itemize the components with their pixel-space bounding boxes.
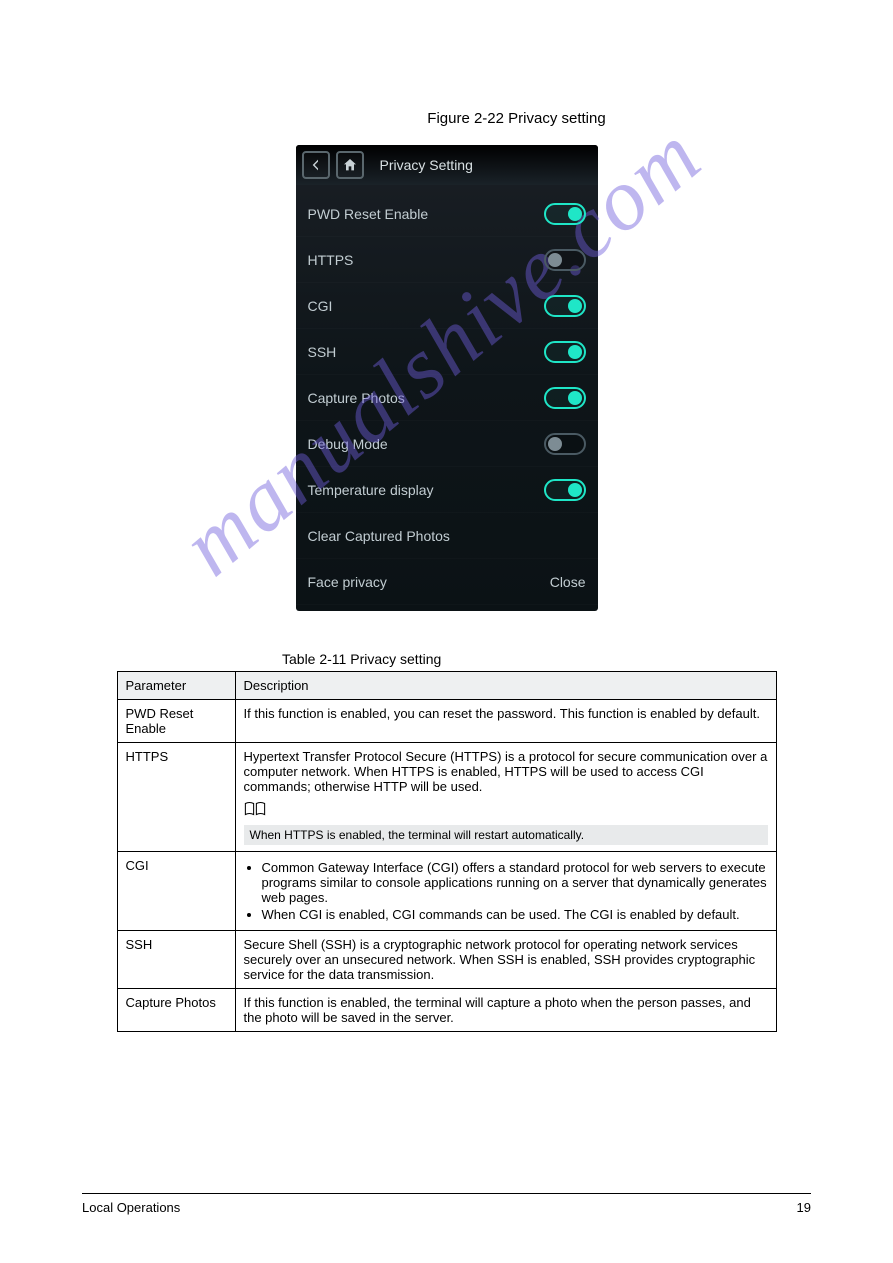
toggle-on-icon[interactable]: [544, 203, 586, 225]
setting-row-https[interactable]: HTTPS: [296, 237, 598, 283]
cell-description: Secure Shell (SSH) is a cryptographic ne…: [235, 931, 776, 989]
footer-section-title: Local Operations: [82, 1200, 180, 1215]
cell-description: If this function is enabled, you can res…: [235, 700, 776, 743]
parameter-table: Parameter Description PWD Reset Enable I…: [117, 671, 777, 1032]
toggle-off-icon[interactable]: [544, 249, 586, 271]
home-icon[interactable]: [336, 151, 364, 179]
column-header-description: Description: [235, 672, 776, 700]
toggle-on-icon[interactable]: [544, 479, 586, 501]
cell-description: Hypertext Transfer Protocol Secure (HTTP…: [235, 743, 776, 852]
column-header-parameter: Parameter: [117, 672, 235, 700]
cell-description: Common Gateway Interface (CGI) offers a …: [235, 852, 776, 931]
setting-row-clear-captured-photos[interactable]: Clear Captured Photos: [296, 513, 598, 559]
cell-parameter: Capture Photos: [117, 989, 235, 1032]
setting-label: Temperature display: [308, 482, 434, 498]
table-row: Capture Photos If this function is enabl…: [117, 989, 776, 1032]
setting-label: PWD Reset Enable: [308, 206, 429, 222]
table-caption: Table 2-11 Privacy setting: [282, 651, 811, 667]
cell-parameter: PWD Reset Enable: [117, 700, 235, 743]
setting-row-pwd-reset[interactable]: PWD Reset Enable: [296, 191, 598, 237]
note-book-icon: [244, 800, 768, 821]
cell-description: If this function is enabled, the termina…: [235, 989, 776, 1032]
page-footer: Local Operations 19: [82, 1193, 811, 1215]
cell-text: Hypertext Transfer Protocol Secure (HTTP…: [244, 749, 768, 794]
device-title: Privacy Setting: [380, 157, 473, 173]
footer-page-number: 19: [797, 1200, 811, 1215]
table-row: SSH Secure Shell (SSH) is a cryptographi…: [117, 931, 776, 989]
list-item: Common Gateway Interface (CGI) offers a …: [262, 860, 768, 905]
table-row: PWD Reset Enable If this function is ena…: [117, 700, 776, 743]
setting-row-ssh[interactable]: SSH: [296, 329, 598, 375]
setting-label: Face privacy: [308, 574, 387, 590]
device-screenshot: Privacy Setting PWD Reset Enable HTTPS C…: [296, 145, 598, 611]
toggle-on-icon[interactable]: [544, 341, 586, 363]
toggle-on-icon[interactable]: [544, 387, 586, 409]
cell-parameter: HTTPS: [117, 743, 235, 852]
back-icon[interactable]: [302, 151, 330, 179]
setting-row-cgi[interactable]: CGI: [296, 283, 598, 329]
setting-label: Clear Captured Photos: [308, 528, 450, 544]
setting-row-debug-mode[interactable]: Debug Mode: [296, 421, 598, 467]
setting-label: Capture Photos: [308, 390, 405, 406]
note-text: When HTTPS is enabled, the terminal will…: [244, 825, 768, 845]
setting-label: SSH: [308, 344, 337, 360]
setting-label: HTTPS: [308, 252, 354, 268]
setting-row-face-privacy[interactable]: Face privacy Close: [296, 559, 598, 605]
table-row: CGI Common Gateway Interface (CGI) offer…: [117, 852, 776, 931]
setting-label: Debug Mode: [308, 436, 388, 452]
figure-caption: Figure 2-22 Privacy setting: [222, 110, 811, 127]
setting-row-capture-photos[interactable]: Capture Photos: [296, 375, 598, 421]
setting-label: CGI: [308, 298, 333, 314]
cell-parameter: SSH: [117, 931, 235, 989]
list-item: When CGI is enabled, CGI commands can be…: [262, 907, 768, 922]
toggle-off-icon[interactable]: [544, 433, 586, 455]
toggle-on-icon[interactable]: [544, 295, 586, 317]
table-row: HTTPS Hypertext Transfer Protocol Secure…: [117, 743, 776, 852]
cell-parameter: CGI: [117, 852, 235, 931]
setting-value: Close: [550, 574, 586, 590]
setting-row-temperature-display[interactable]: Temperature display: [296, 467, 598, 513]
device-header: Privacy Setting: [296, 145, 598, 185]
